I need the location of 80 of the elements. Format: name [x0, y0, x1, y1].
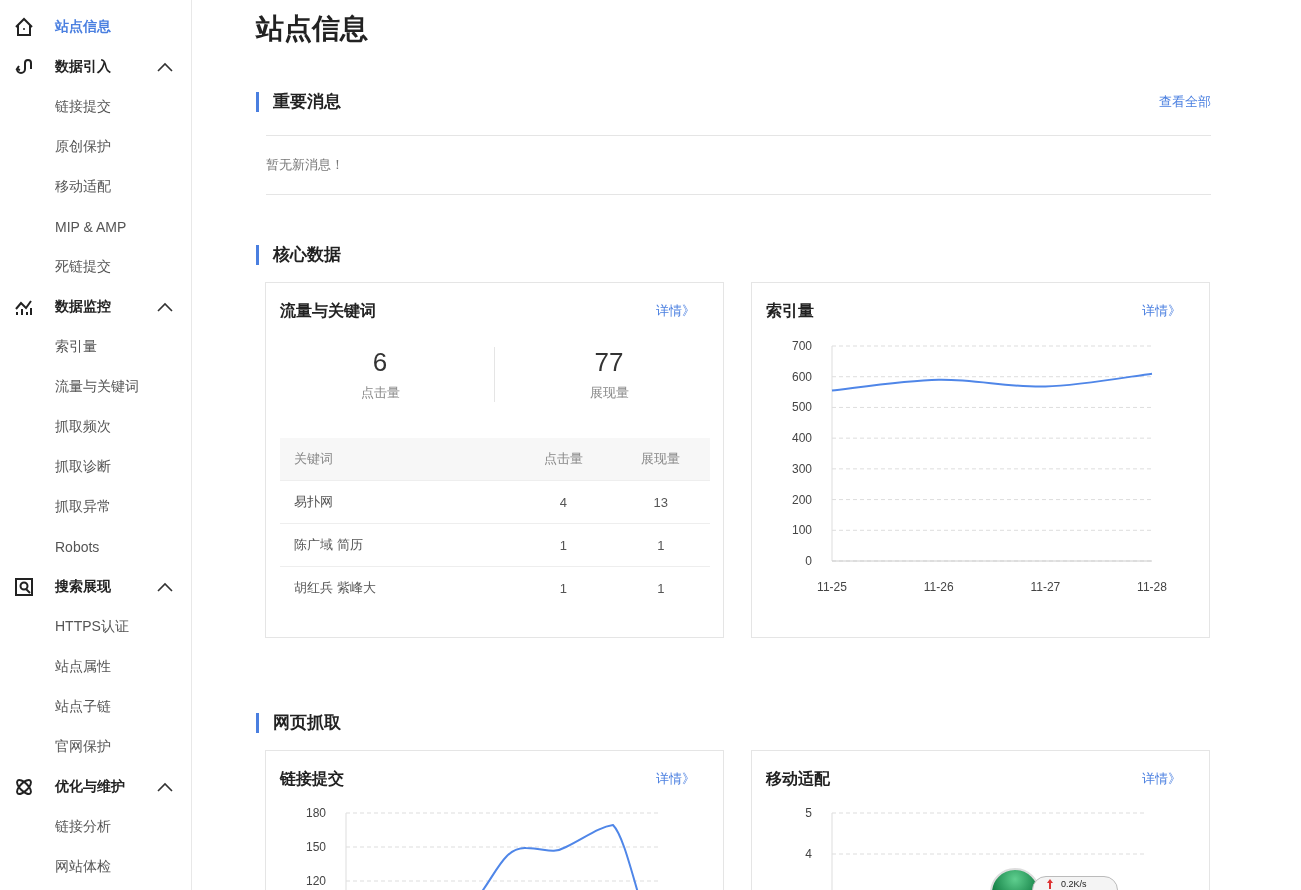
sidebar-item[interactable]: 官网保护: [55, 738, 111, 756]
axis-label: 5: [805, 806, 812, 820]
section-title: 核心数据: [256, 245, 341, 265]
metric-value: 6: [372, 347, 388, 378]
notice-message: 暂无新消息！: [266, 156, 344, 174]
table-cell: 4: [515, 480, 613, 524]
card-title: 移动适配: [766, 768, 830, 789]
search-icon: [14, 577, 34, 597]
axis-label: 150: [305, 840, 326, 854]
table-cell: 1: [515, 566, 613, 609]
page-title: 站点信息: [256, 12, 369, 46]
metric-label: 展现量: [589, 384, 629, 402]
table-header: 展现量: [612, 438, 710, 481]
sidebar-group[interactable]: 数据监控: [55, 298, 111, 316]
axis-label: 100: [791, 523, 812, 538]
details-link[interactable]: 详情》: [1142, 302, 1181, 320]
sidebar-group[interactable]: 优化与维护: [55, 778, 125, 796]
axis-label: 120: [305, 874, 326, 888]
axis-label: 500: [791, 400, 812, 415]
upload-speed: 0.2K/s: [1061, 879, 1087, 889]
details-link[interactable]: 详情》: [656, 302, 695, 320]
card-title: 链接提交: [280, 768, 344, 789]
table-header: 点击量: [515, 438, 613, 481]
details-link[interactable]: 详情》: [656, 770, 695, 788]
sidebar-item[interactable]: 索引量: [55, 338, 97, 356]
metric-value: 77: [594, 347, 624, 378]
sidebar-item[interactable]: HTTPS认证: [55, 618, 129, 636]
details-link[interactable]: 详情》: [1142, 770, 1181, 788]
table-cell: 1: [515, 523, 613, 567]
table-cell: 1: [612, 566, 710, 609]
sidebar-item[interactable]: 抓取异常: [55, 498, 111, 516]
sidebar-item[interactable]: 死链提交: [55, 258, 111, 276]
axis-label: 11-27: [1030, 580, 1061, 594]
chevron-icon[interactable]: [157, 302, 173, 312]
axis-label: 200: [791, 492, 812, 507]
sidebar-item[interactable]: 站点子链: [55, 698, 111, 716]
metric-label: 点击量: [360, 384, 400, 402]
sidebar-item[interactable]: 原创保护: [55, 138, 111, 156]
sidebar-item[interactable]: 流量与关键词: [55, 378, 139, 396]
sidebar-item[interactable]: 抓取诊断: [55, 458, 111, 476]
axis-label: 11-26: [923, 580, 954, 594]
sidebar-item[interactable]: 链接分析: [55, 818, 111, 836]
card-title: 流量与关键词: [280, 300, 376, 321]
home-icon: [14, 17, 34, 37]
axis-label: 4: [805, 847, 812, 861]
axis-label: 11-28: [1137, 580, 1167, 594]
axis-label: 700: [791, 339, 812, 353]
sidebar-item[interactable]: 移动适配: [55, 178, 111, 196]
speed-widget[interactable]: 0.2K/s: [1032, 876, 1118, 890]
card-title: 索引量: [766, 300, 814, 321]
chevron-icon[interactable]: [157, 582, 173, 592]
axis-label: 180: [305, 806, 326, 820]
table-cell: 1: [612, 523, 710, 567]
chevron-icon[interactable]: [157, 782, 173, 792]
axis-label: 0: [805, 554, 812, 568]
atom-icon: [14, 777, 34, 797]
chevron-icon[interactable]: [157, 62, 173, 72]
section-title: 网页抓取: [256, 713, 341, 733]
table-cell: 胡红兵 紫峰大: [280, 566, 516, 609]
table-cell: 13: [612, 480, 710, 524]
sidebar-group[interactable]: 搜索展现: [55, 578, 111, 596]
up-arrow-icon: [1047, 879, 1053, 889]
sidebar-item[interactable]: MIP & AMP: [55, 219, 127, 235]
sidebar-item[interactable]: 站点属性: [55, 658, 111, 676]
sidebar-group[interactable]: 数据引入: [55, 58, 111, 76]
section-title: 重要消息: [256, 92, 341, 112]
axis-label: 11-25: [817, 580, 847, 594]
sidebar-item[interactable]: Robots: [55, 539, 100, 555]
sidebar-item[interactable]: 网站体检: [55, 858, 111, 876]
sidebar-item[interactable]: 链接提交: [55, 98, 111, 116]
table-cell: 易扑网: [280, 480, 516, 524]
axis-label: 300: [791, 461, 812, 476]
sidebar-item[interactable]: 站点信息: [55, 18, 111, 36]
axis-label: 400: [791, 431, 812, 446]
view-all-link[interactable]: 查看全部: [1159, 93, 1211, 111]
table-cell: 陈广域 简历: [280, 523, 516, 567]
sidebar-item[interactable]: 抓取频次: [55, 418, 111, 436]
axis-label: 600: [791, 369, 812, 384]
plug-icon: [14, 57, 34, 77]
table-header: 关键词: [280, 438, 516, 481]
